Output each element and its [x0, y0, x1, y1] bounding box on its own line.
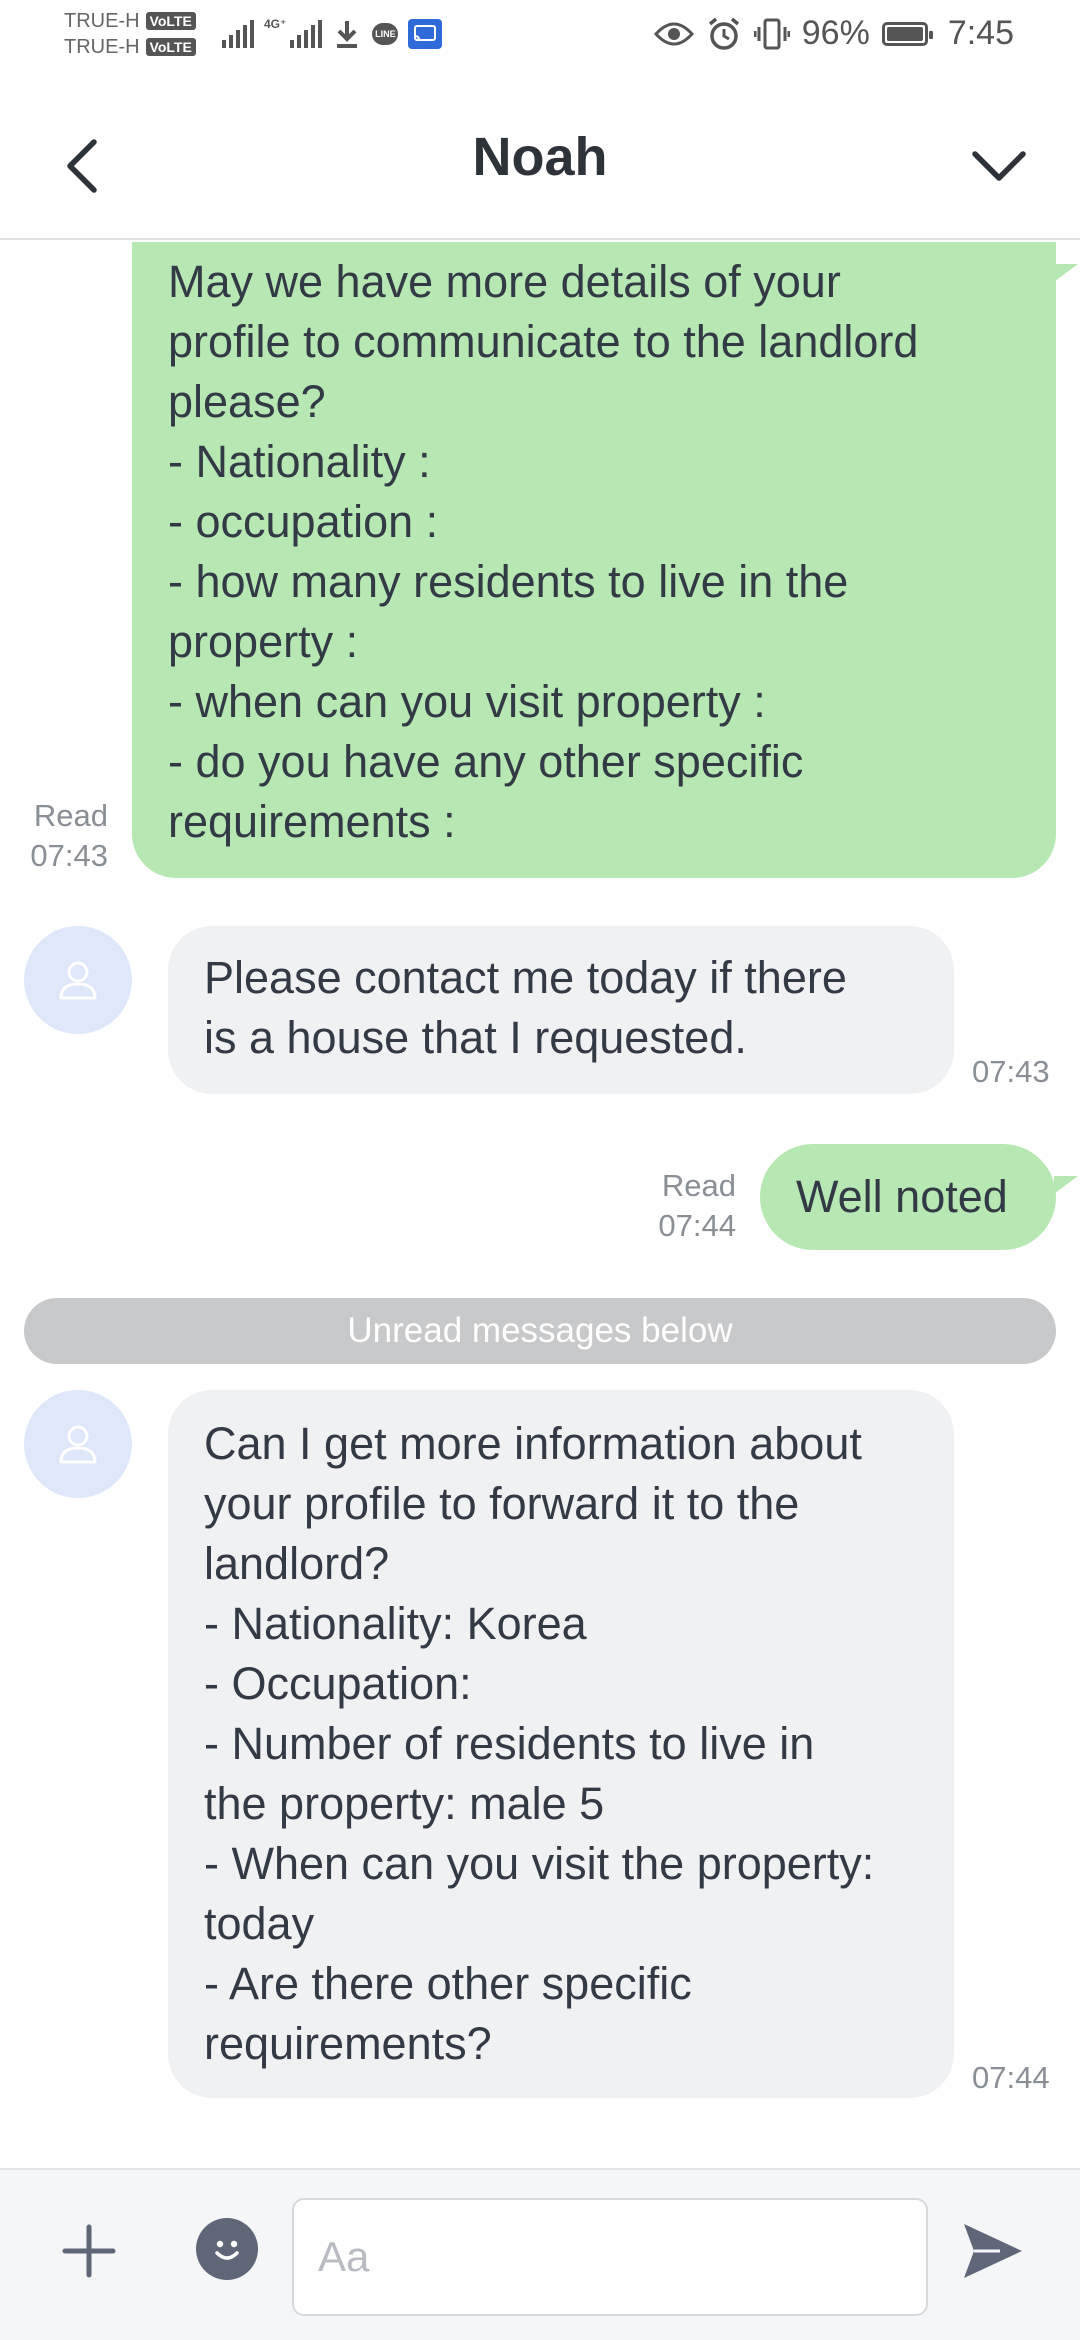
avatar[interactable] — [24, 1390, 132, 1498]
signal-strength-icon — [290, 20, 323, 48]
chat-header: Noah — [0, 90, 1080, 240]
send-icon — [964, 2224, 1022, 2278]
incoming-message-bubble[interactable]: Can I get more information about your pr… — [168, 1390, 954, 2098]
message-meta: Read 07:43 — [0, 796, 108, 876]
screen-cast-icon — [408, 19, 443, 49]
menu-toggle-button[interactable] — [964, 126, 1034, 206]
chevron-down-icon — [972, 151, 1026, 181]
line-app-icon: LINE — [372, 23, 399, 45]
read-receipt: Read — [33, 798, 108, 833]
alarm-icon — [708, 17, 739, 50]
message-time: 07:44 — [972, 2060, 1050, 2095]
status-right: 96% 7:45 — [653, 14, 1014, 53]
read-receipt: Read — [661, 1168, 736, 1203]
message-text: Can I get more information about your pr… — [204, 1418, 875, 2069]
message-time: 07:43 — [972, 1054, 1050, 1089]
message-time: 07:44 — [658, 1208, 736, 1243]
avatar[interactable] — [24, 926, 132, 1034]
incoming-message-bubble[interactable]: Please contact me today if there is a ho… — [168, 926, 954, 1094]
message-list[interactable]: May we have more details of your profile… — [0, 242, 1080, 2168]
message-text: May we have more details of your profile… — [168, 256, 919, 847]
plus-icon — [62, 2224, 116, 2278]
vibrate-icon — [753, 18, 790, 49]
emoji-icon — [215, 2240, 239, 2260]
network-type-label: 4G⁺ — [264, 17, 287, 31]
eye-icon — [653, 22, 694, 45]
signal-indicators: 4G⁺ LINE — [222, 17, 443, 50]
bubble-tail — [1054, 1176, 1078, 1194]
download-icon — [337, 21, 358, 48]
carrier-name-1: TRUE-H — [64, 10, 140, 32]
outgoing-message-bubble[interactable]: May we have more details of your profile… — [132, 242, 1056, 878]
unread-divider: Unread messages below — [24, 1298, 1056, 1364]
volte-badge: VoLTE — [145, 12, 196, 30]
status-bar: TRUE-H VoLTE TRUE-H VoLTE 4G⁺ LINE 96% 7… — [0, 0, 1080, 76]
message-text: Please contact me today if there is a ho… — [204, 952, 847, 1063]
bubble-tail — [1054, 264, 1078, 282]
signal-strength-icon — [222, 20, 254, 48]
carrier-name-2: TRUE-H — [64, 36, 140, 58]
clock: 7:45 — [947, 14, 1014, 52]
message-meta: Read 07:44 — [610, 1166, 736, 1246]
outgoing-message-bubble[interactable]: Well noted — [760, 1144, 1056, 1250]
volte-badge: VoLTE — [145, 38, 196, 56]
emoji-button[interactable] — [196, 2218, 258, 2280]
carrier-info: TRUE-H VoLTE TRUE-H VoLTE — [64, 8, 196, 60]
person-icon — [59, 1425, 97, 1464]
message-text: Well noted — [796, 1171, 1008, 1222]
chat-title: Noah — [472, 127, 608, 187]
message-input-bar — [0, 2168, 1080, 2340]
message-time: 07:43 — [30, 838, 108, 873]
message-input[interactable] — [292, 2198, 928, 2316]
attach-button[interactable] — [54, 2216, 124, 2286]
battery-percent: 96% — [801, 14, 870, 52]
send-button[interactable] — [958, 2214, 1028, 2288]
person-icon — [59, 961, 97, 1000]
battery-icon — [881, 21, 933, 46]
